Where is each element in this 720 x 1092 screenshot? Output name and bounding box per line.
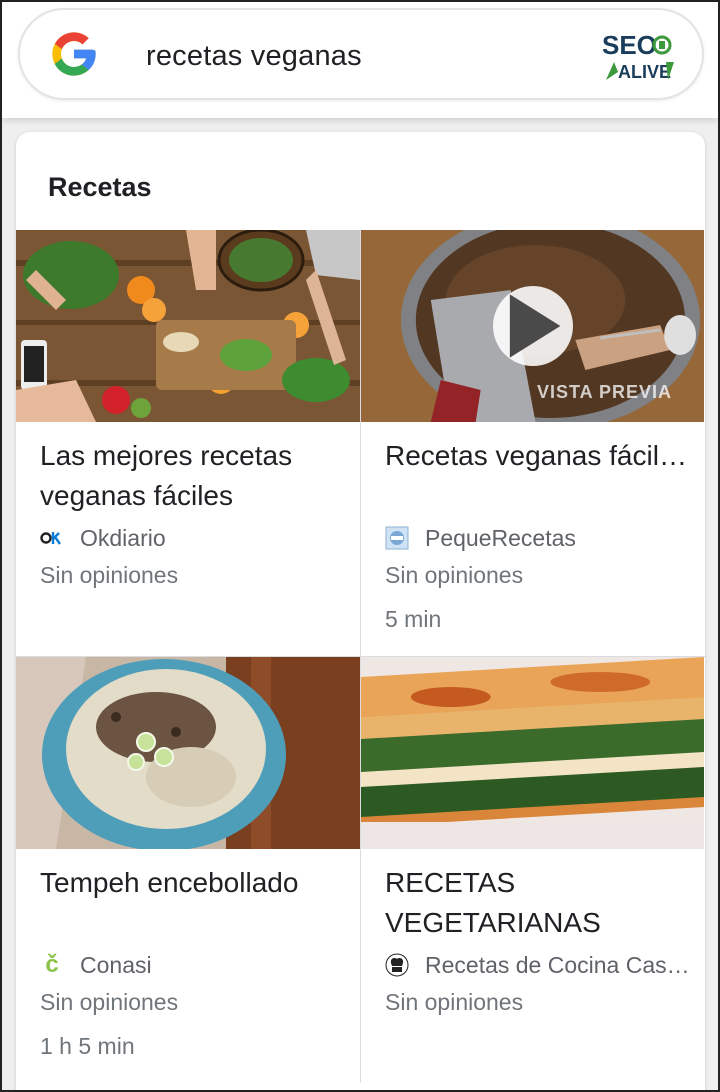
recipe-thumbnail[interactable]	[16, 230, 360, 422]
recipe-tile[interactable]: RECETAS VEGETARIANAS Recetas de Cocina C…	[360, 657, 704, 1083]
reviews-text: Sin opiniones	[40, 989, 179, 1015]
pequerecetas-icon	[385, 526, 409, 550]
reviews-text: Sin opiniones	[385, 562, 524, 588]
search-bar[interactable]: recetas veganas SEO ALIVE	[18, 8, 704, 100]
seo-alive-logo: SEO ALIVE	[602, 30, 674, 82]
recipe-tile[interactable]: VISTA PREVIA Recetas veganas fáciles par…	[360, 230, 704, 656]
search-header: recetas veganas SEO ALIVE	[2, 2, 718, 118]
preview-label: VISTA PREVIA	[537, 382, 673, 402]
seo-logo-bottom: ALIVE	[618, 62, 671, 82]
section-title: Recetas	[48, 172, 152, 202]
recipe-source[interactable]: č Conasi	[40, 951, 350, 979]
recipe-tile[interactable]: Tempeh encebollado č Conasi Sin opinione…	[16, 657, 360, 1083]
recipe-title[interactable]: Tempeh encebollado	[40, 863, 340, 903]
cook-time: 5 min	[385, 606, 442, 632]
okdiario-icon	[40, 526, 64, 550]
recipes-card: Recetas Las mejores recetas veganas fáci…	[16, 132, 705, 1092]
reviews-text: Sin opiniones	[40, 562, 179, 588]
google-g-icon[interactable]	[48, 28, 100, 80]
recipe-title[interactable]: Recetas veganas fáciles para tu menú…	[385, 436, 691, 476]
play-button[interactable]	[493, 286, 573, 366]
recipe-thumbnail[interactable]	[361, 657, 704, 849]
source-name: Okdiario	[80, 524, 166, 551]
source-name: Recetas de Cocina Case…	[425, 951, 695, 978]
cook-time: 1 h 5 min	[40, 1033, 135, 1059]
recipe-video-thumbnail[interactable]: VISTA PREVIA	[361, 230, 704, 422]
recipe-tile[interactable]: Las mejores recetas veganas fáciles Okdi…	[16, 230, 360, 656]
source-name: Conasi	[80, 951, 152, 978]
reviews-text: Sin opiniones	[385, 989, 524, 1015]
conasi-icon: č	[45, 951, 59, 978]
seo-logo-top: SEO	[602, 30, 657, 60]
search-query[interactable]: recetas veganas	[146, 40, 362, 73]
recipe-thumbnail[interactable]	[16, 657, 360, 849]
play-icon	[509, 294, 561, 358]
source-name: PequeRecetas	[425, 524, 576, 551]
recipe-source[interactable]: Okdiario	[40, 524, 350, 552]
recipe-title[interactable]: Las mejores recetas veganas fáciles	[40, 436, 340, 516]
recipe-source[interactable]: PequeRecetas	[385, 524, 695, 552]
chef-icon	[385, 953, 409, 977]
recipe-title[interactable]: RECETAS VEGETARIANAS	[385, 863, 685, 943]
recipe-source[interactable]: Recetas de Cocina Case…	[385, 951, 695, 979]
